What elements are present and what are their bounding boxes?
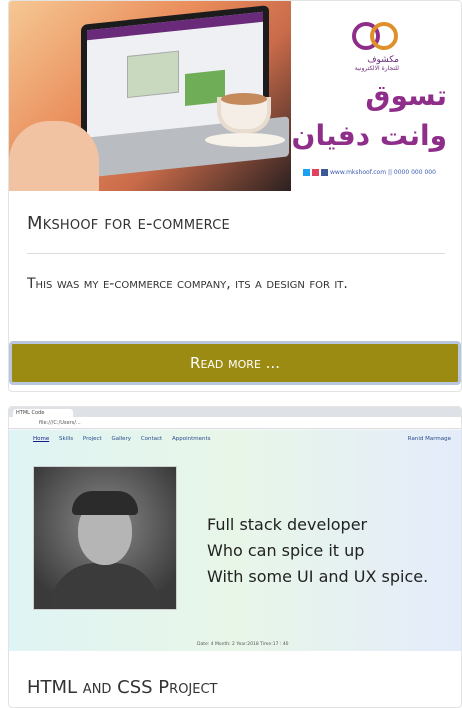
ad-headline-2: وانت دفيان bbox=[291, 119, 447, 152]
card-title: Mkshoof for e-commerce bbox=[27, 213, 230, 234]
card-description: This was my e-commerce company, its a de… bbox=[27, 276, 348, 292]
browser-tab: HTML Code bbox=[13, 409, 73, 417]
project-card-html-css: HTML Code file:///C:/Users/... Home Skil… bbox=[8, 406, 462, 708]
site-nav-appointments: Appointments bbox=[171, 436, 211, 442]
ad-headline-1: تسوق bbox=[365, 79, 447, 112]
website-preview: Home Skills Project Gallery Contact Appo… bbox=[9, 430, 461, 651]
card-image-website-screenshot: HTML Code file:///C:/Users/... Home Skil… bbox=[9, 407, 461, 651]
coffee-foam bbox=[221, 93, 267, 105]
tagline-line-2: Who can spice it up bbox=[207, 541, 365, 560]
site-nav-contact: Contact bbox=[140, 436, 163, 442]
tagline-line-3: With some UI and UX spice. bbox=[207, 567, 429, 586]
site-user: Ranid Marmage bbox=[407, 436, 451, 442]
site-nav-project: Project bbox=[82, 436, 102, 442]
card-title: HTML and CSS Project bbox=[27, 677, 218, 698]
profile-photo bbox=[33, 466, 177, 610]
tagline-line-1: Full stack developer bbox=[207, 515, 368, 534]
card-image-mkshoof: مكشوف للتجارة الالكترونية تسوق وانت دفيا… bbox=[9, 1, 461, 191]
photo-laptop-scene bbox=[9, 1, 291, 191]
contact-text: www.mkshoof.com || 0000 000 000 bbox=[330, 169, 436, 176]
ad-panel: مكشوف للتجارة الالكترونية تسوق وانت دفيا… bbox=[291, 1, 461, 191]
twitter-icon bbox=[303, 169, 310, 176]
mkshoof-logo-icon bbox=[352, 22, 398, 50]
facebook-icon bbox=[321, 169, 328, 176]
site-nav-gallery: Gallery bbox=[111, 436, 132, 442]
site-date: Date: 4 Month: 2 Year:2018 Time:17 : 40 bbox=[197, 642, 289, 647]
browser-address-bar: file:///C:/Users/... bbox=[9, 417, 461, 429]
logo-subcaption: للتجارة الالكترونية bbox=[354, 65, 399, 72]
site-nav-skills: Skills bbox=[59, 436, 74, 442]
read-more-button[interactable]: Read more ... bbox=[9, 341, 461, 385]
divider bbox=[27, 253, 445, 254]
contact-strip: www.mkshoof.com || 0000 000 000 bbox=[303, 169, 436, 176]
browser-tabstrip: HTML Code bbox=[9, 407, 461, 417]
site-nav-home: Home bbox=[33, 436, 50, 442]
logo-caption: مكشوف bbox=[367, 55, 399, 65]
site-nav: Home Skills Project Gallery Contact Appo… bbox=[33, 436, 219, 442]
tagline: Full stack developer Who can spice it up… bbox=[207, 512, 428, 590]
project-card-mkshoof: مكشوف للتجارة الالكترونية تسوق وانت دفيا… bbox=[8, 0, 462, 392]
hand bbox=[9, 121, 99, 191]
saucer bbox=[205, 133, 285, 147]
instagram-icon bbox=[312, 169, 319, 176]
